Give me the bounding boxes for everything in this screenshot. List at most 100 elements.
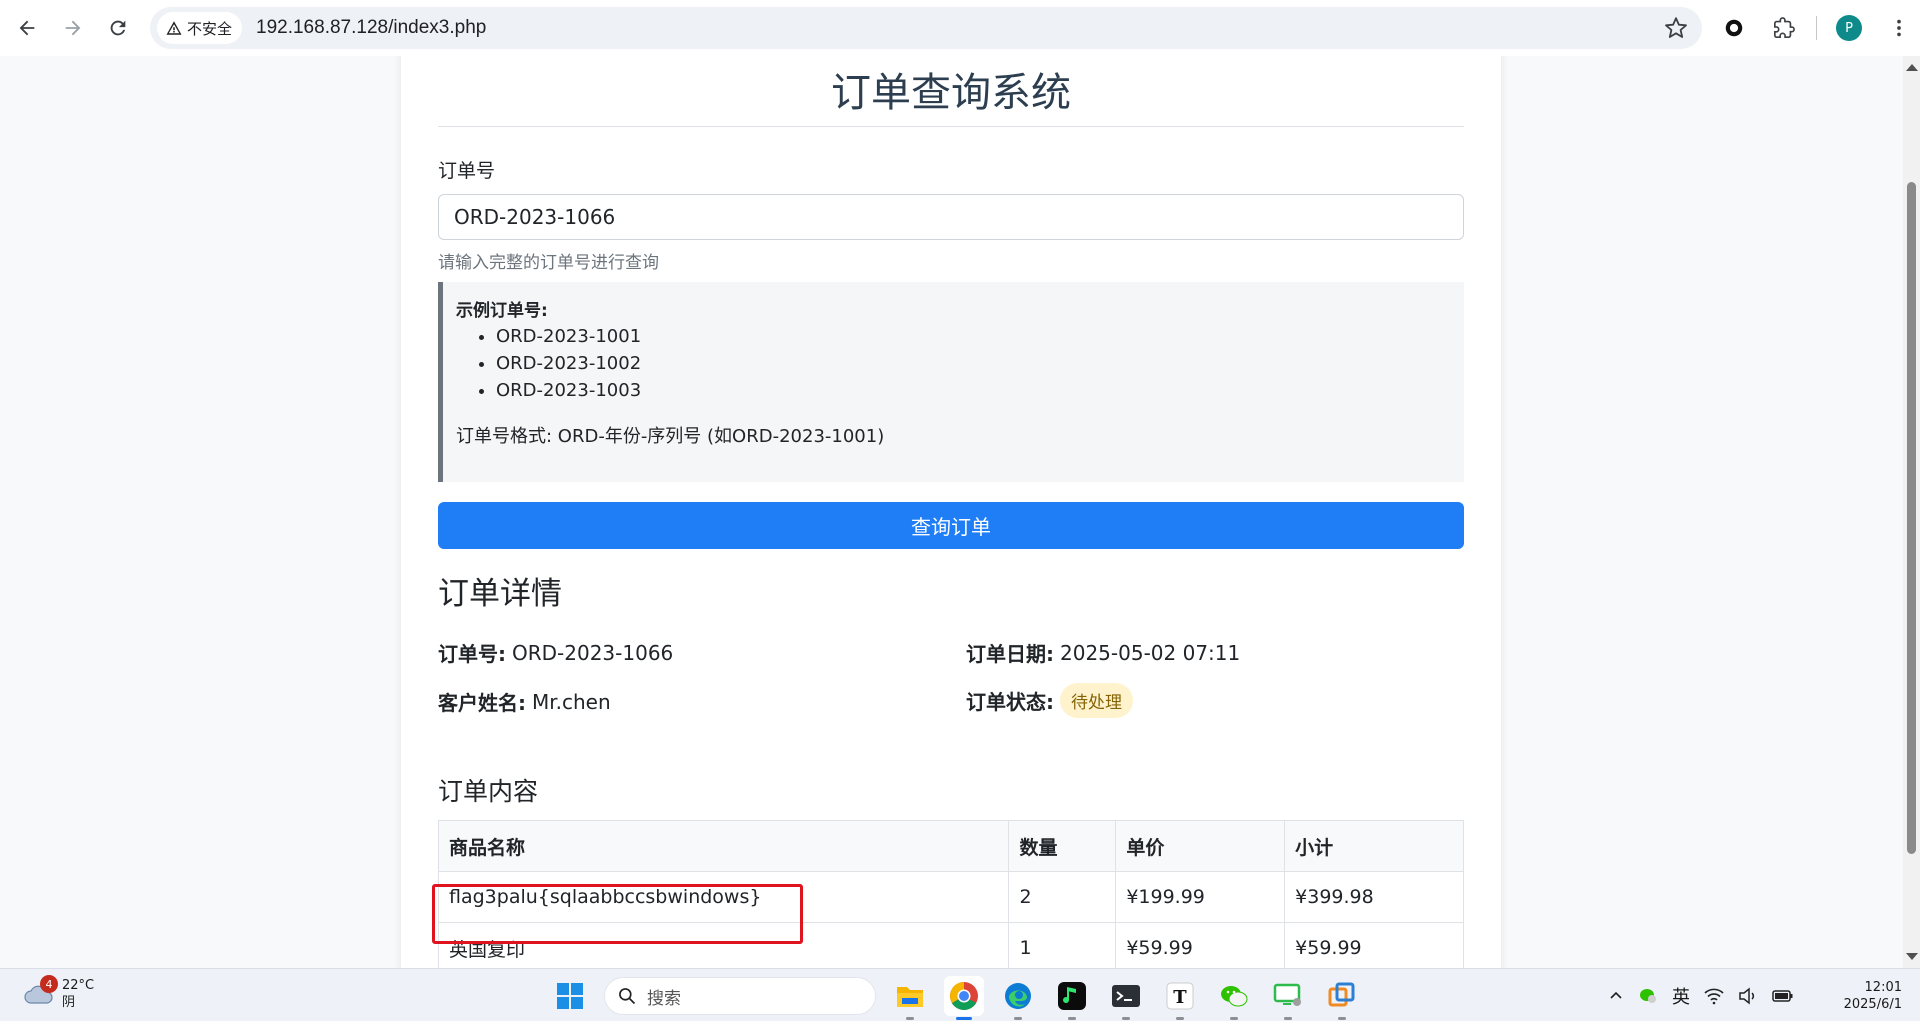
windows-logo-icon xyxy=(557,983,583,1009)
running-indicator xyxy=(906,1017,914,1020)
table-row: flag3palu{sqlaabbccsbwindows} 2 ¥199.99 … xyxy=(437,871,1464,923)
wechat-tray-icon[interactable] xyxy=(1638,987,1658,1005)
temperature: 22°C xyxy=(62,978,95,993)
format-hint: 订单号格式: ORD-年份-序列号 (如ORD-2023-1001) xyxy=(456,426,885,447)
security-label: 不安全 xyxy=(187,19,233,38)
toolbar-divider xyxy=(1816,16,1817,40)
page-viewport: 订单查询系统 订单号 请输入完整的订单号进行查询 示例订单号: ORD-2023… xyxy=(0,56,1903,968)
table-cell: 1 xyxy=(1008,922,1117,968)
puzzle-icon xyxy=(1774,17,1795,38)
order-contents-heading: 订单内容 xyxy=(438,777,539,806)
menu-button[interactable] xyxy=(1877,6,1920,50)
cloud-icon: 4 xyxy=(22,975,58,1007)
examples-box: 示例订单号: ORD-2023-1001 ORD-2023-1002 ORD-2… xyxy=(438,282,1464,482)
wechat-button[interactable] xyxy=(1214,976,1254,1020)
weather-text: 22°C 阴 xyxy=(62,977,94,1011)
running-indicator xyxy=(1230,1017,1238,1020)
table-cell: 英国复印 xyxy=(437,922,1010,968)
svg-text:T: T xyxy=(1173,987,1187,1008)
example-item: ORD-2023-1002 xyxy=(496,350,1464,377)
table-cell: 2 xyxy=(1008,871,1117,923)
typora-button[interactable]: T xyxy=(1160,976,1200,1020)
examples-list: ORD-2023-1001 ORD-2023-1002 ORD-2023-100… xyxy=(496,323,1464,404)
kebab-menu-icon xyxy=(1897,19,1901,37)
wechat-icon xyxy=(1221,986,1248,1007)
order-card: 订单查询系统 订单号 请输入完整的订单号进行查询 示例订单号: ORD-2023… xyxy=(401,56,1501,968)
clock-time: 12:01 xyxy=(1864,980,1902,995)
bookmark-star-icon[interactable] xyxy=(1664,16,1688,40)
extension-circle-button[interactable] xyxy=(1712,6,1756,50)
terminal-button[interactable] xyxy=(1106,976,1146,1020)
examples-title: 示例订单号: xyxy=(456,301,548,321)
chrome-button[interactable] xyxy=(944,976,984,1020)
status-badge: 待处理 xyxy=(1060,683,1133,718)
table-cell: ¥199.99 xyxy=(1115,871,1286,923)
order-number-input[interactable] xyxy=(438,194,1464,240)
vmware-button[interactable] xyxy=(1322,976,1362,1020)
security-chip[interactable]: 不安全 xyxy=(157,12,243,44)
start-button[interactable] xyxy=(550,976,590,1016)
url-text[interactable]: 192.168.87.128/index3.php xyxy=(256,17,486,39)
weather-badge: 4 xyxy=(40,975,58,993)
taskbar: 4 22°C 阴 搜索 T 英 12:01 2025/6/1 xyxy=(0,968,1920,1021)
speaker-icon[interactable] xyxy=(1738,987,1758,1005)
page-scrollbar[interactable] xyxy=(1903,56,1920,968)
vmware-icon xyxy=(1328,982,1355,1007)
title-divider xyxy=(438,126,1464,127)
table-cell: flag3palu{sqlaabbccsbwindows} xyxy=(437,871,1010,923)
example-item: ORD-2023-1001 xyxy=(496,323,1464,350)
profile-button[interactable]: P xyxy=(1827,6,1871,50)
ime-indicator[interactable]: 英 xyxy=(1672,983,1690,1009)
column-header: 单价 xyxy=(1115,820,1286,872)
music-note-icon xyxy=(1058,982,1086,1010)
chevron-up-icon[interactable] xyxy=(1608,988,1624,1004)
scroll-up-arrow-icon[interactable] xyxy=(1906,64,1918,71)
file-explorer-button[interactable] xyxy=(890,976,930,1020)
scroll-down-arrow-icon[interactable] xyxy=(1906,953,1918,960)
column-header: 小计 xyxy=(1284,820,1464,872)
address-bar[interactable]: 不安全 192.168.87.128/index3.php xyxy=(150,7,1702,49)
forward-button[interactable] xyxy=(51,6,95,50)
order-date-label: 订单日期: xyxy=(966,642,1054,666)
order-date-detail: 订单日期: 2025-05-02 07:11 xyxy=(966,638,1240,667)
example-item: ORD-2023-1003 xyxy=(496,377,1464,404)
running-indicator xyxy=(1338,1017,1346,1020)
clock-date: 2025/6/1 xyxy=(1843,997,1902,1012)
warning-icon xyxy=(166,21,182,35)
status-detail: 订单状态: 待处理 xyxy=(966,683,1133,718)
chrome-icon xyxy=(950,982,978,1010)
query-order-button[interactable]: 查询订单 xyxy=(438,502,1464,549)
scroll-thumb[interactable] xyxy=(1907,182,1916,854)
customer-label: 客户姓名: xyxy=(438,691,526,715)
order-date-value: 2025-05-02 07:11 xyxy=(1060,640,1241,665)
order-number-detail: 订单号: ORD-2023-1066 xyxy=(438,638,673,667)
edge-icon xyxy=(1005,983,1031,1009)
back-button[interactable] xyxy=(5,6,49,50)
extensions-button[interactable] xyxy=(1762,6,1806,50)
order-number-detail-label: 订单号: xyxy=(438,642,506,666)
edge-button[interactable] xyxy=(998,976,1038,1020)
battery-icon[interactable] xyxy=(1772,987,1794,1005)
taskbar-clock[interactable]: 12:01 2025/6/1 xyxy=(1830,979,1902,1013)
browser-toolbar: 不安全 192.168.87.128/index3.php P xyxy=(0,0,1920,56)
order-number-label: 订单号 xyxy=(438,160,496,182)
music-app-button[interactable] xyxy=(1052,976,1092,1020)
column-header: 数量 xyxy=(1008,820,1117,872)
taskbar-search[interactable]: 搜索 xyxy=(604,977,876,1015)
running-indicator xyxy=(1122,1017,1130,1020)
order-details-heading: 订单详情 xyxy=(438,576,562,612)
system-tray: 英 xyxy=(1608,977,1794,1015)
wifi-icon[interactable] xyxy=(1704,987,1724,1005)
status-label: 订单状态: xyxy=(966,690,1054,714)
remote-desktop-button[interactable] xyxy=(1268,976,1308,1020)
page-title: 订单查询系统 xyxy=(831,70,1071,116)
running-indicator xyxy=(1176,1017,1184,1020)
search-placeholder: 搜索 xyxy=(647,988,681,1009)
reload-button[interactable] xyxy=(96,6,140,50)
table-cell: ¥59.99 xyxy=(1115,922,1286,968)
taskbar-apps: 搜索 T xyxy=(550,976,1362,1020)
weather-widget[interactable]: 4 22°C 阴 xyxy=(22,975,94,1011)
column-header: 商品名称 xyxy=(437,820,1010,872)
monitor-icon xyxy=(1273,983,1301,1006)
order-items-table: 商品名称 数量 单价 小计 flag3palu{sqlaabbccsbwindo… xyxy=(437,820,1464,968)
